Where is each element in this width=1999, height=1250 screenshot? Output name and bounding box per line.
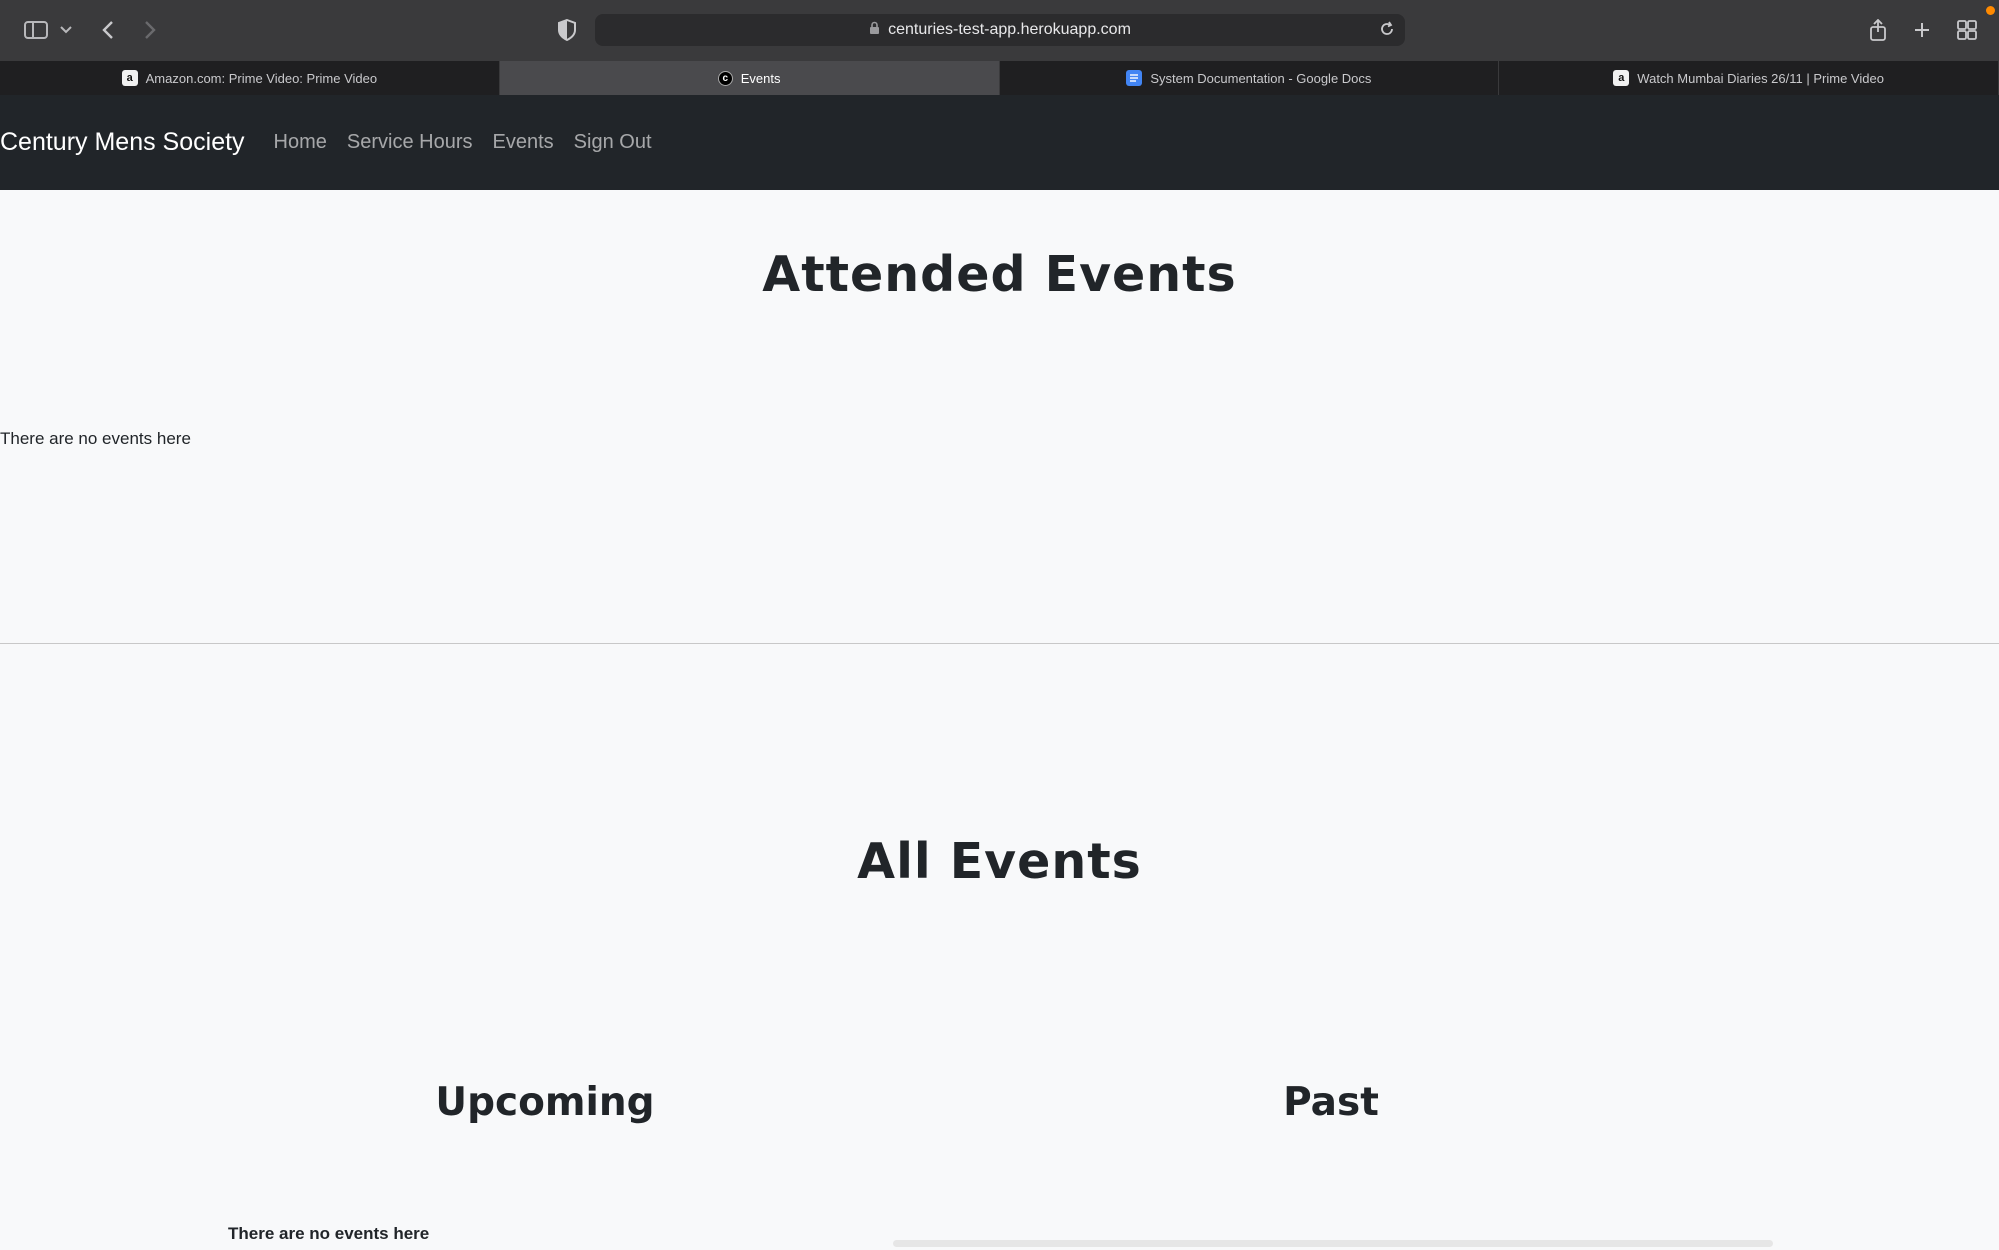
url-text: centuries-test-app.herokuapp.com — [888, 21, 1131, 38]
forward-icon[interactable] — [140, 14, 160, 46]
c-logo-icon: c — [717, 70, 733, 86]
tab-bar: a Amazon.com: Prime Video: Prime Video c… — [0, 61, 1999, 95]
tab-label: System Documentation - Google Docs — [1150, 70, 1372, 86]
tab-label: Watch Mumbai Diaries 26/11 | Prime Video — [1637, 70, 1884, 86]
chevron-down-icon[interactable] — [58, 14, 74, 46]
nav-link-service-hours[interactable]: Service Hours — [347, 131, 473, 154]
amazon-icon: a — [1613, 70, 1630, 86]
notification-dot — [1986, 6, 1995, 15]
amazon-icon: a — [121, 70, 138, 86]
past-title: Past — [1283, 1080, 1379, 1125]
past-list-edge — [893, 1240, 1773, 1247]
reload-icon[interactable] — [1379, 21, 1395, 42]
browser-toolbar: centuries-test-app.herokuapp.com — [0, 0, 1999, 61]
privacy-shield-icon[interactable] — [556, 14, 578, 46]
upcoming-empty-message: There are no events here — [228, 1224, 430, 1243]
tab-overview-icon[interactable] — [1955, 14, 1979, 46]
page-content: Attended Events There are no events here… — [0, 190, 1999, 1250]
sidebar-toggle-icon[interactable] — [22, 14, 50, 46]
brand-link[interactable]: Century Mens Society — [0, 128, 245, 157]
tab-label: Amazon.com: Prime Video: Prime Video — [145, 70, 378, 86]
tab-amazon-prime[interactable]: a Amazon.com: Prime Video: Prime Video — [0, 61, 500, 95]
nav-link-sign-out[interactable]: Sign Out — [574, 131, 652, 154]
new-tab-icon[interactable] — [1910, 14, 1934, 46]
tab-google-docs[interactable]: System Documentation - Google Docs — [1000, 61, 1500, 95]
tab-mumbai-diaries[interactable]: a Watch Mumbai Diaries 26/11 | Prime Vid… — [1499, 61, 1999, 95]
section-divider — [0, 643, 1999, 644]
site-navbar: Century Mens Society Home Service Hours … — [0, 95, 1999, 190]
upcoming-title: Upcoming — [435, 1080, 655, 1125]
attended-empty-message: There are no events here — [0, 429, 191, 448]
all-events-title: All Events — [857, 833, 1142, 890]
attended-events-title: Attended Events — [762, 246, 1237, 303]
lock-icon — [869, 21, 880, 40]
share-icon[interactable] — [1866, 14, 1890, 46]
tab-label: Events — [740, 70, 781, 86]
tab-events[interactable]: c Events — [499, 61, 1000, 95]
address-bar[interactable]: centuries-test-app.herokuapp.com — [595, 14, 1405, 46]
nav-link-home[interactable]: Home — [274, 131, 327, 154]
google-docs-icon — [1126, 70, 1143, 86]
nav-link-events[interactable]: Events — [493, 131, 554, 154]
back-icon[interactable] — [98, 14, 118, 46]
